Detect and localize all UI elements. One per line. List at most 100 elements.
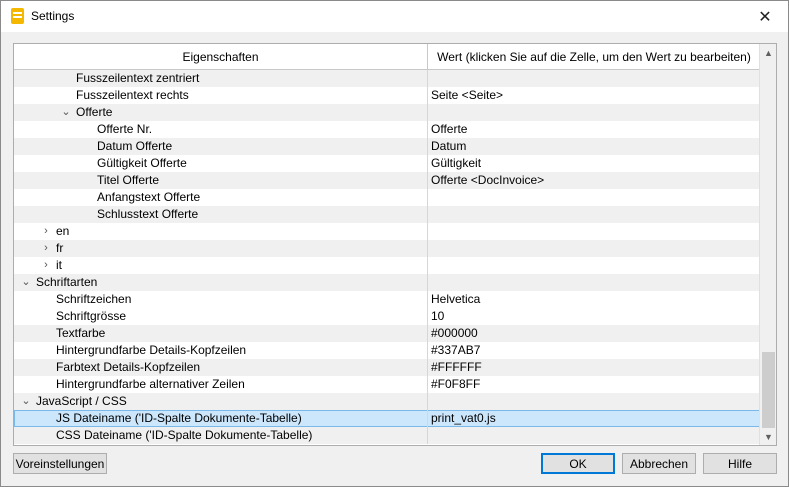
table-row[interactable]: Datum Offerte Datum xyxy=(14,138,760,155)
table-row[interactable]: Hintergrundfarbe alternativer Zeilen #F0F… xyxy=(14,376,760,393)
property-value-cell[interactable]: #000000 xyxy=(428,325,760,342)
property-label: fr xyxy=(56,241,64,255)
table-row[interactable]: ⌄ Offerte xyxy=(14,104,760,121)
table-row[interactable]: Schriftgrösse 10 xyxy=(14,308,760,325)
property-name-cell[interactable]: Hintergrundfarbe Details-Kopfzeilen xyxy=(14,342,428,359)
table-row[interactable]: JS Dateiname ('ID-Spalte Dokumente-Tabel… xyxy=(14,410,760,427)
property-name-cell[interactable]: ⌄ Schriftarten xyxy=(14,274,428,291)
title-bar: Settings ✕ xyxy=(1,1,788,32)
property-name-cell[interactable]: Textfarbe xyxy=(14,325,428,342)
scroll-up-arrow[interactable]: ▲ xyxy=(760,44,776,61)
property-name-cell[interactable]: ⌄ JavaScript / CSS xyxy=(14,393,428,410)
table-row[interactable]: ⌄ Schriftarten xyxy=(14,274,760,291)
property-name-cell[interactable]: Schriftzeichen xyxy=(14,291,428,308)
property-value-cell[interactable]: #FFFFFF xyxy=(428,359,760,376)
property-grid: Eigenschaften Wert (klicken Sie auf die … xyxy=(13,43,777,446)
property-name-cell[interactable]: Gültigkeit Offerte xyxy=(14,155,428,172)
property-name-cell[interactable]: Anfangstext Offerte xyxy=(14,189,428,206)
property-name-cell[interactable]: › it xyxy=(14,257,428,274)
ok-button[interactable]: OK xyxy=(541,453,615,474)
property-label: Schriftarten xyxy=(36,275,98,289)
property-value-cell[interactable]: Datum xyxy=(428,138,760,155)
close-button[interactable]: ✕ xyxy=(742,1,788,32)
table-row[interactable]: Fusszeilentext rechts Seite <Seite> xyxy=(14,87,760,104)
property-value-cell[interactable]: Offerte <DocInvoice> xyxy=(428,172,760,189)
property-name-cell[interactable]: CSS Dateiname ('ID-Spalte Dokumente-Tabe… xyxy=(14,427,428,444)
property-value-cell[interactable] xyxy=(428,189,760,206)
property-value-cell[interactable]: #337AB7 xyxy=(428,342,760,359)
table-row[interactable]: Schlusstext Offerte xyxy=(14,206,760,223)
close-icon: ✕ xyxy=(758,8,772,26)
property-name-cell[interactable]: Fusszeilentext rechts xyxy=(14,87,428,104)
table-row[interactable]: Anfangstext Offerte xyxy=(14,189,760,206)
property-name-cell[interactable]: Fusszeilentext zentriert xyxy=(14,70,428,87)
property-label: it xyxy=(56,258,62,272)
property-name-cell[interactable]: ⌄ Offerte xyxy=(14,104,428,121)
table-row[interactable]: › it xyxy=(14,257,760,274)
help-button[interactable]: Hilfe xyxy=(703,453,777,474)
table-row[interactable]: CSS Dateiname ('ID-Spalte Dokumente-Tabe… xyxy=(14,427,760,444)
window-title: Settings xyxy=(31,9,75,23)
table-row[interactable]: Schriftzeichen Helvetica xyxy=(14,291,760,308)
chevron-right-icon[interactable]: › xyxy=(40,240,52,257)
property-value-cell[interactable] xyxy=(428,104,760,121)
property-label: Offerte xyxy=(76,105,113,119)
table-row[interactable]: Offerte Nr. Offerte xyxy=(14,121,760,138)
app-icon xyxy=(11,8,24,24)
property-value-cell[interactable] xyxy=(428,257,760,274)
property-value-cell[interactable] xyxy=(428,427,760,444)
property-name-cell[interactable]: Datum Offerte xyxy=(14,138,428,155)
property-value-cell[interactable]: #F0F8FF xyxy=(428,376,760,393)
scroll-down-arrow[interactable]: ▼ xyxy=(760,428,776,445)
chevron-down-icon[interactable]: ⌄ xyxy=(60,104,72,121)
property-value-cell[interactable]: 10 xyxy=(428,308,760,325)
property-value-cell[interactable] xyxy=(428,70,760,87)
table-row[interactable]: › fr xyxy=(14,240,760,257)
property-name-cell[interactable]: Farbtext Details-Kopfzeilen xyxy=(14,359,428,376)
property-value-cell[interactable]: Seite <Seite> xyxy=(428,87,760,104)
chevron-down-icon[interactable]: ⌄ xyxy=(20,274,32,291)
table-row[interactable]: Titel Offerte Offerte <DocInvoice> xyxy=(14,172,760,189)
table-row[interactable]: Fusszeilentext zentriert xyxy=(14,70,760,87)
property-name-cell[interactable]: › en xyxy=(14,223,428,240)
property-label: Fusszeilentext rechts xyxy=(76,88,189,102)
grid-rows: Fusszeilentext zentriert Fusszeilentext r… xyxy=(14,70,760,444)
property-value-cell[interactable]: Helvetica xyxy=(428,291,760,308)
table-row[interactable]: ⌄ JavaScript / CSS xyxy=(14,393,760,410)
property-label: Gültigkeit Offerte xyxy=(97,156,187,170)
property-value-cell[interactable] xyxy=(428,223,760,240)
chevron-right-icon[interactable]: › xyxy=(40,257,52,274)
scrollbar-thumb[interactable] xyxy=(762,352,775,428)
property-name-cell[interactable]: Offerte Nr. xyxy=(14,121,428,138)
property-name-cell[interactable]: Schlusstext Offerte xyxy=(14,206,428,223)
column-header-value[interactable]: Wert (klicken Sie auf die Zelle, um den … xyxy=(428,44,760,70)
property-value-cell[interactable]: print_vat0.js xyxy=(428,410,760,427)
property-name-cell[interactable]: JS Dateiname ('ID-Spalte Dokumente-Tabel… xyxy=(14,410,428,427)
property-value-cell[interactable]: Gültigkeit xyxy=(428,155,760,172)
chevron-right-icon[interactable]: › xyxy=(40,223,52,240)
property-label: Farbtext Details-Kopfzeilen xyxy=(56,360,201,374)
defaults-button[interactable]: Voreinstellungen xyxy=(13,453,107,474)
table-row[interactable]: Textfarbe #000000 xyxy=(14,325,760,342)
grid-header: Eigenschaften Wert (klicken Sie auf die … xyxy=(14,44,760,70)
table-row[interactable]: Gültigkeit Offerte Gültigkeit xyxy=(14,155,760,172)
property-name-cell[interactable]: › fr xyxy=(14,240,428,257)
property-value-cell[interactable] xyxy=(428,240,760,257)
table-row[interactable]: › en xyxy=(14,223,760,240)
property-name-cell[interactable]: Schriftgrösse xyxy=(14,308,428,325)
cancel-button[interactable]: Abbrechen xyxy=(622,453,696,474)
table-row[interactable]: Farbtext Details-Kopfzeilen #FFFFFF xyxy=(14,359,760,376)
table-row[interactable]: Hintergrundfarbe Details-Kopfzeilen #337A… xyxy=(14,342,760,359)
property-label: JS Dateiname ('ID-Spalte Dokumente-Tabel… xyxy=(56,411,302,425)
settings-dialog: Settings ✕ Eigenschaften Wert (klicken S… xyxy=(0,0,789,487)
property-label: Datum Offerte xyxy=(97,139,173,153)
property-name-cell[interactable]: Hintergrundfarbe alternativer Zeilen xyxy=(14,376,428,393)
property-value-cell[interactable] xyxy=(428,274,760,291)
column-header-properties[interactable]: Eigenschaften xyxy=(14,44,428,70)
chevron-down-icon[interactable]: ⌄ xyxy=(20,393,32,410)
property-value-cell[interactable] xyxy=(428,206,760,223)
property-name-cell[interactable]: Titel Offerte xyxy=(14,172,428,189)
vertical-scrollbar[interactable]: ▲ ▼ xyxy=(759,44,776,445)
property-value-cell[interactable]: Offerte xyxy=(428,121,760,138)
property-value-cell[interactable] xyxy=(428,393,760,410)
